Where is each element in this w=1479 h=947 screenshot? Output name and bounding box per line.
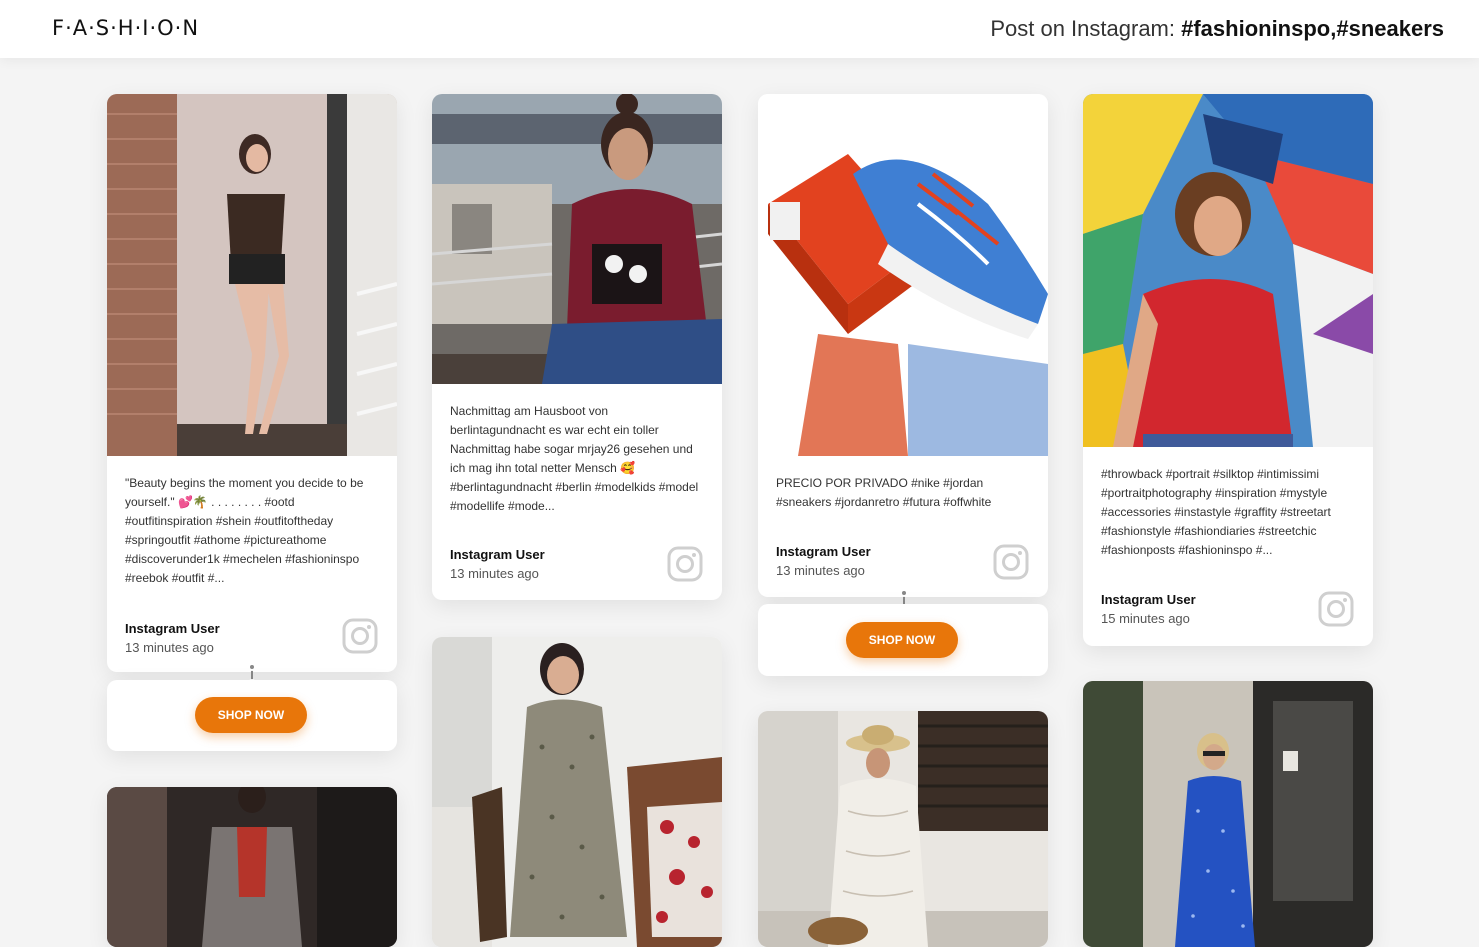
post-caption-4: #throwback #portrait #silktop #intimissi… [1101,467,1331,557]
shop-card-1: SHOP NOW [107,680,397,751]
post-card-2[interactable]: Nachmittag am Hausboot von berlintagundn… [432,94,722,600]
instagram-icon[interactable] [993,544,1029,580]
post-image-6[interactable] [432,637,722,947]
post-card-4[interactable]: #throwback #portrait #silktop #intimissi… [1083,94,1373,646]
post-user-2[interactable]: Instagram User [450,547,545,562]
post-card-5[interactable] [107,787,397,947]
post-image-3[interactable] [758,94,1048,456]
post-card-1[interactable]: "Beauty begins the moment you decide to … [107,94,397,672]
post-card-7[interactable] [758,711,1048,947]
post-user-3[interactable]: Instagram User [776,544,871,559]
post-image-1[interactable] [107,94,397,456]
post-image-7[interactable] [758,711,1048,947]
post-caption-2: Nachmittag am Hausboot von berlintagundn… [450,404,699,513]
header-title: Post on Instagram: #fashioninspo,#sneake… [990,16,1444,42]
post-image-8[interactable] [1083,681,1373,947]
post-card-8[interactable] [1083,681,1373,947]
header-hashtags: #fashioninspo,#sneakers [1181,16,1444,41]
instagram-icon[interactable] [342,618,378,654]
instagram-icon[interactable] [667,546,703,582]
post-image-2[interactable] [432,94,722,384]
shop-now-button[interactable]: SHOP NOW [195,697,307,733]
post-caption-3: PRECIO POR PRIVADO #nike #jordan #sneake… [776,476,992,509]
post-card-6[interactable] [432,637,722,947]
post-user-1[interactable]: Instagram User [125,621,220,636]
post-image-5[interactable] [107,787,397,947]
post-user-4[interactable]: Instagram User [1101,592,1196,607]
post-time-3: 13 minutes ago [776,563,865,578]
post-caption-1: "Beauty begins the moment you decide to … [125,476,364,585]
post-time-2: 13 minutes ago [450,566,539,581]
post-time-4: 15 minutes ago [1101,611,1190,626]
instagram-icon[interactable] [1318,591,1354,627]
brand-logo: F·A·S·H·I·O·N [52,16,200,40]
post-time-1: 13 minutes ago [125,640,214,655]
header: F·A·S·H·I·O·N Post on Instagram: #fashio… [0,0,1479,58]
shop-card-3: SHOP NOW [758,604,1048,676]
header-prefix: Post on Instagram: [990,16,1182,41]
post-image-4[interactable] [1083,94,1373,447]
shop-now-button[interactable]: SHOP NOW [846,622,958,658]
post-card-3[interactable]: PRECIO POR PRIVADO #nike #jordan #sneake… [758,94,1048,597]
